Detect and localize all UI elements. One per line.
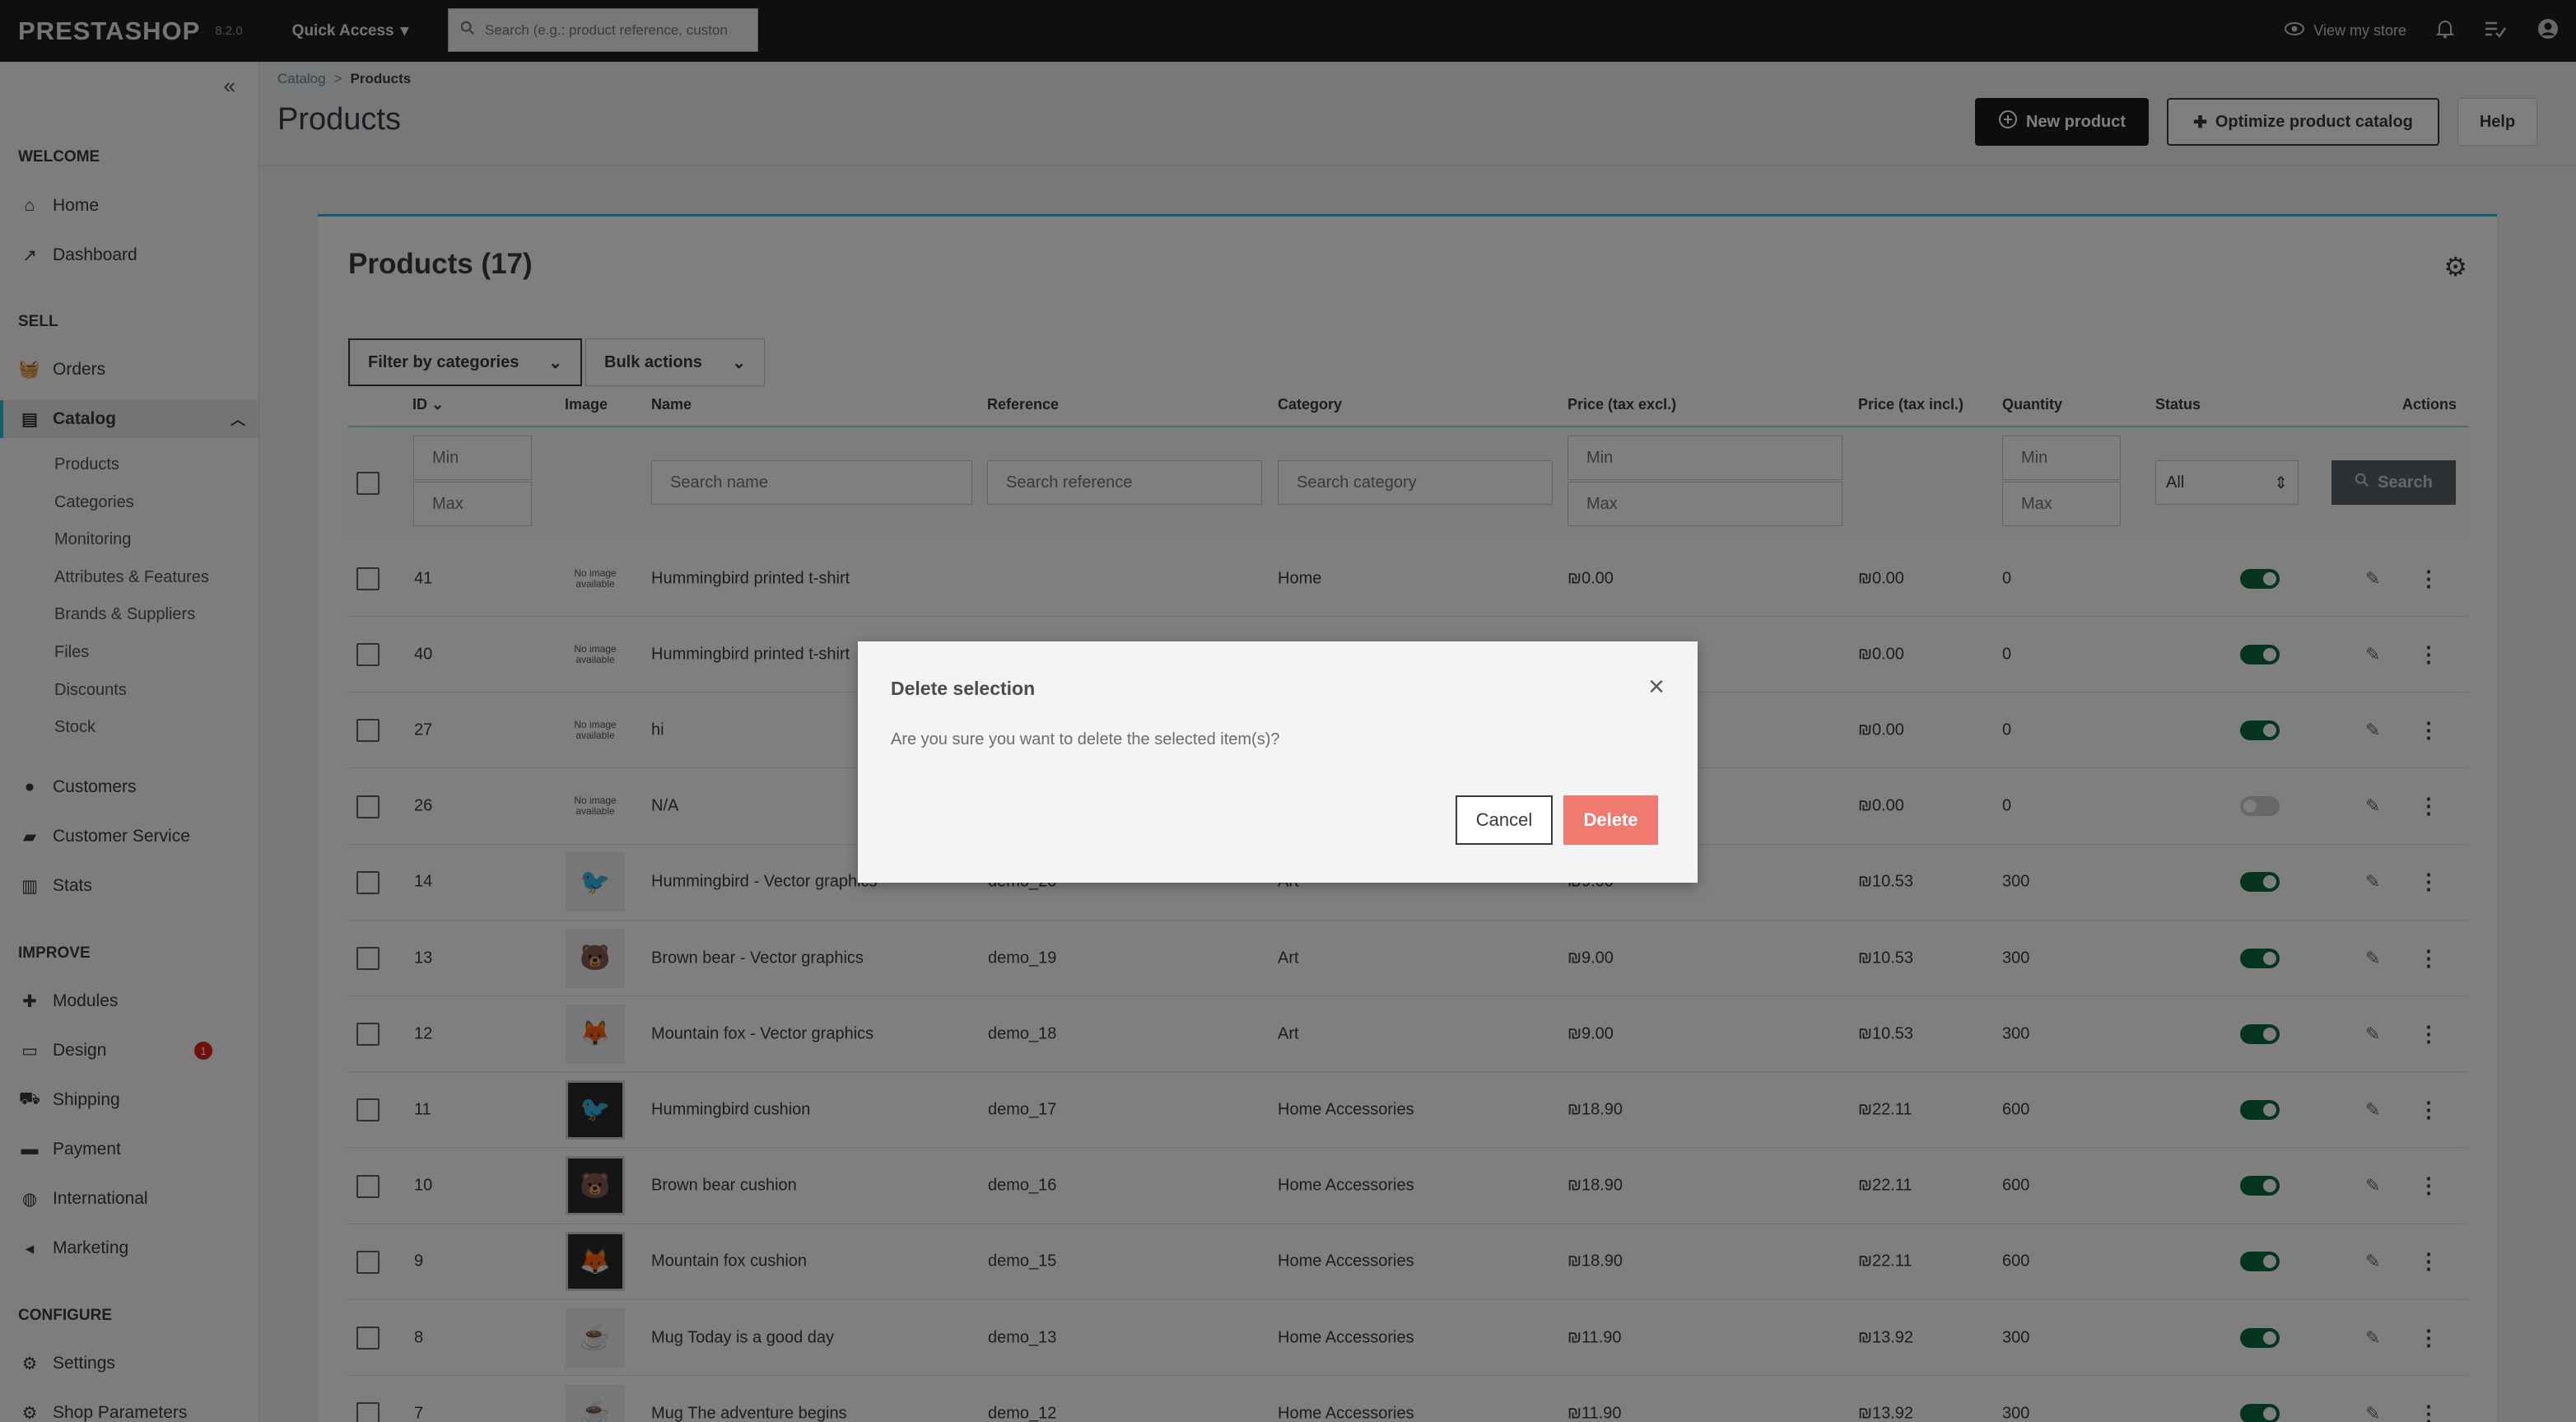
- delete-button[interactable]: Delete: [1563, 795, 1658, 845]
- modal-title: Delete selection: [891, 678, 1036, 699]
- close-icon[interactable]: ×: [1648, 671, 1665, 703]
- modal-message: Are you sure you want to delete the sele…: [891, 730, 1280, 748]
- cancel-button[interactable]: Cancel: [1456, 795, 1553, 845]
- delete-selection-modal: Delete selection × Are you sure you want…: [858, 641, 1698, 883]
